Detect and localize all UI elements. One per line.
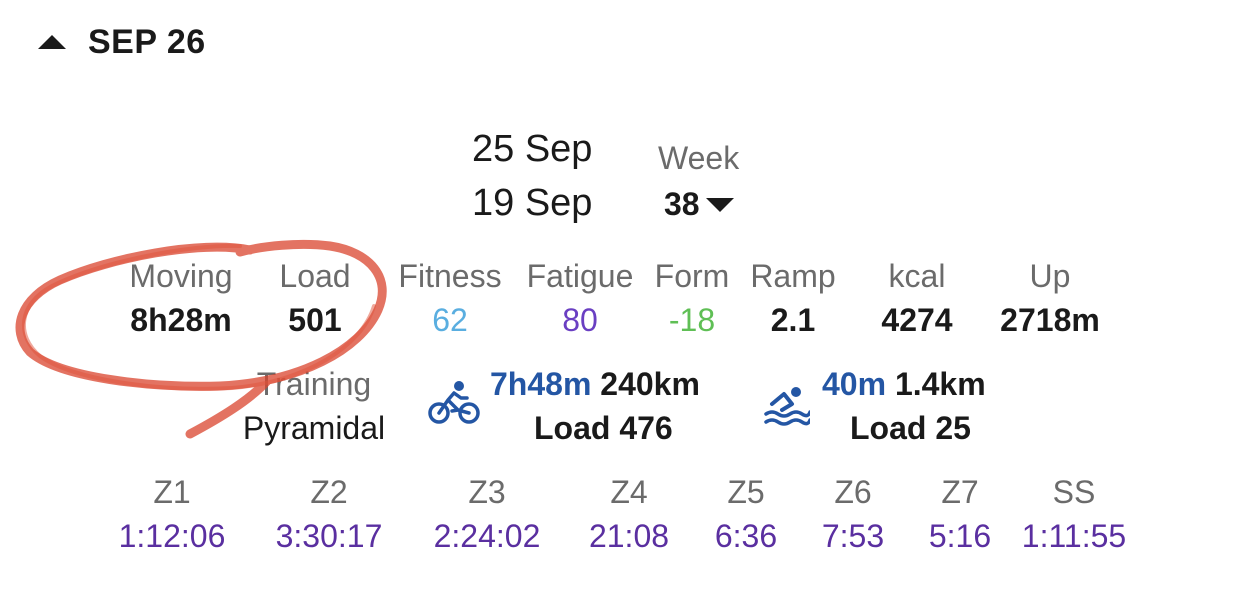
stat-label-kcal: kcal: [888, 258, 946, 294]
stat-value-kcal: 4274: [881, 302, 953, 338]
swim-summary: 40m 1.4km: [822, 366, 986, 403]
swim-distance: 1.4km: [894, 366, 986, 402]
zone-label-z5: Z5: [727, 474, 765, 510]
stat-value-fatigue: 80: [562, 302, 598, 338]
ride-summary: 7h48m 240km: [490, 366, 700, 403]
zone-value-ss: 1:11:55: [1021, 518, 1127, 554]
week-label: Week: [658, 140, 740, 176]
training-label: Training: [256, 366, 372, 402]
day-date: SEP 26: [88, 22, 206, 61]
zone-label-z3: Z3: [468, 474, 506, 510]
swimmer-icon: [764, 387, 810, 426]
swim-time: 40m: [822, 366, 887, 402]
week-start-date: 19 Sep: [472, 182, 593, 224]
stat-value-ramp: 2.1: [770, 302, 816, 338]
day-header[interactable]: SEP 26: [38, 22, 206, 62]
dropdown-caret-icon: [705, 197, 734, 212]
ride-load: Load 476: [534, 410, 673, 446]
training-value: Pyramidal: [242, 410, 386, 446]
week-number: 38: [664, 186, 700, 222]
zone-label-z1: Z1: [153, 474, 191, 510]
zone-value-z2: 3:30:17: [275, 518, 383, 554]
zone-value-z7: 5:16: [928, 518, 992, 554]
stat-label-moving: Moving: [129, 258, 233, 294]
swim-load: Load 25: [850, 410, 971, 446]
zone-value-z5: 6:36: [714, 518, 778, 554]
stat-label-fatigue: Fatigue: [526, 258, 634, 294]
zone-label-z4: Z4: [610, 474, 648, 510]
zone-value-z6: 7:53: [821, 518, 885, 554]
bicycle-icon: [428, 381, 480, 424]
stat-label-ramp: Ramp: [750, 258, 836, 294]
zone-value-z1: 1:12:06: [118, 518, 226, 554]
zone-label-ss: SS: [1052, 474, 1096, 510]
ride-distance: 240km: [600, 366, 700, 402]
stat-label-form: Form: [654, 258, 730, 294]
zone-label-z2: Z2: [310, 474, 348, 510]
zone-value-z4: 21:08: [588, 518, 670, 554]
zone-value-z3: 2:24:02: [433, 518, 541, 554]
stat-label-up: Up: [1029, 258, 1071, 294]
stat-value-load: 501: [288, 302, 342, 338]
week-selector[interactable]: 38: [664, 186, 734, 223]
stat-label-fitness: Fitness: [398, 258, 502, 294]
ride-time: 7h48m: [490, 366, 592, 402]
week-end-date: 25 Sep: [472, 128, 593, 170]
zone-label-z6: Z6: [834, 474, 872, 510]
zone-label-z7: Z7: [941, 474, 979, 510]
stat-value-form: -18: [668, 302, 716, 338]
stat-value-up: 2718m: [1000, 302, 1100, 338]
stat-value-moving: 8h28m: [130, 302, 232, 338]
collapse-triangle-icon[interactable]: [38, 35, 66, 49]
stat-label-load: Load: [279, 258, 351, 294]
stat-value-fitness: 62: [432, 302, 468, 338]
